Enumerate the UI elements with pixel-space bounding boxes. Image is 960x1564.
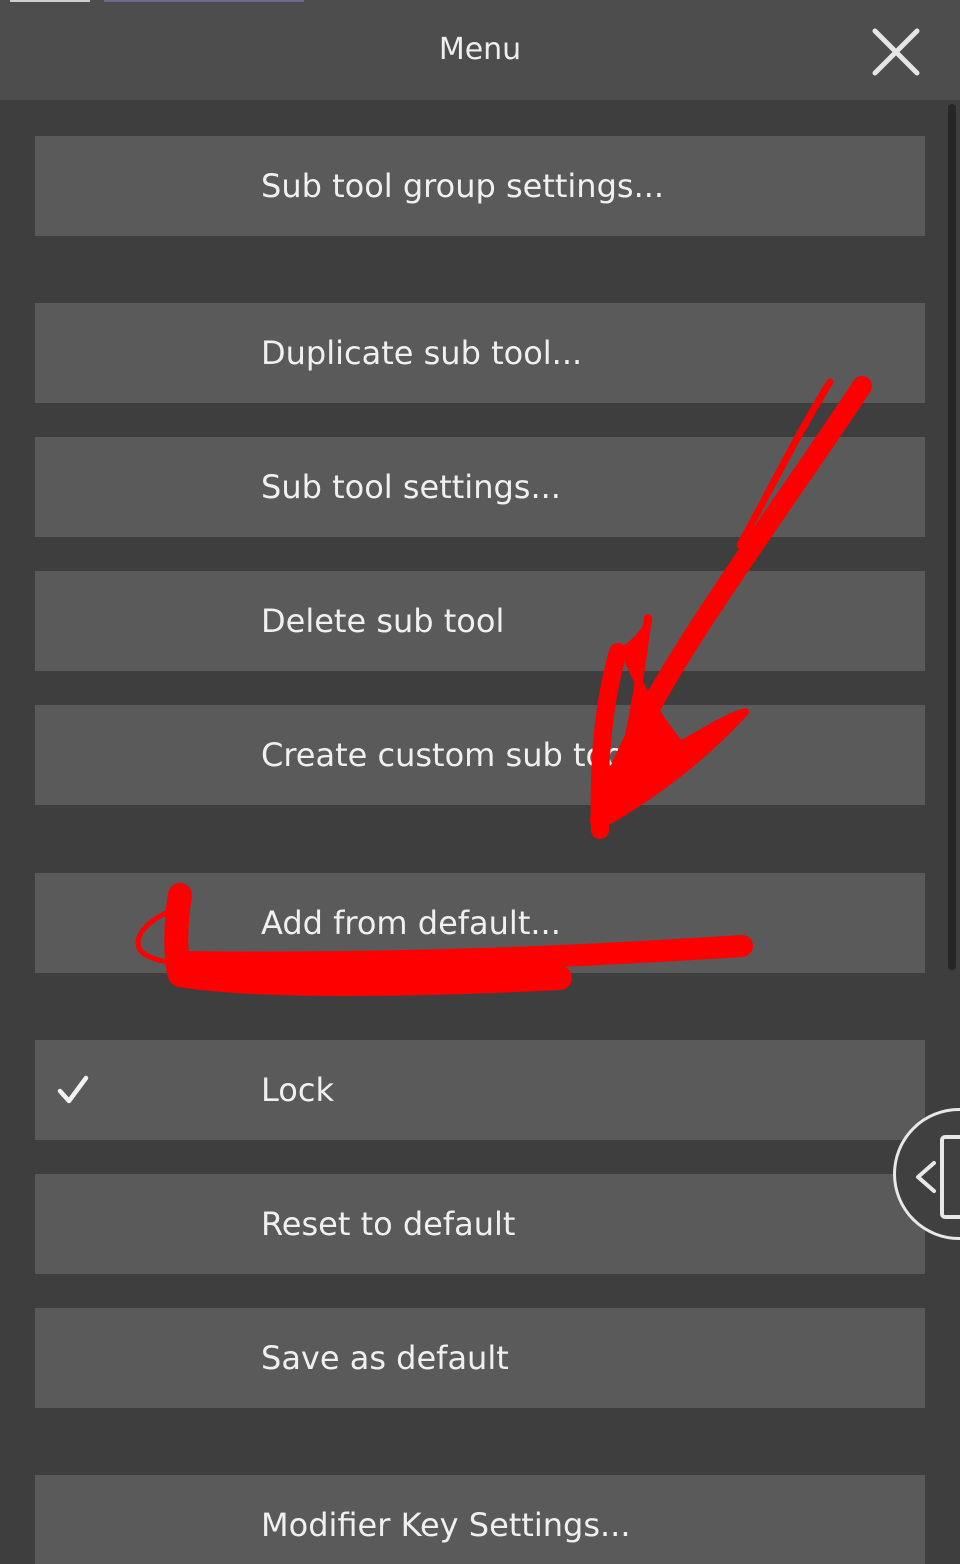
menu-item-label: Lock: [261, 1071, 334, 1109]
menu-item-label: Modifier Key Settings...: [261, 1506, 631, 1544]
menu-header: Menu: [0, 0, 960, 100]
menu-item-label: Reset to default: [261, 1205, 516, 1243]
check-icon: [57, 1075, 89, 1104]
menu-item-duplicate-sub-tool[interactable]: Duplicate sub tool...: [35, 303, 925, 403]
menu-item-label: Delete sub tool: [261, 602, 505, 640]
menu-item-create-custom-sub-tool[interactable]: Create custom sub tool: [35, 705, 925, 805]
menu-item-save-as-default[interactable]: Save as default: [35, 1308, 925, 1408]
menu-item-label: Duplicate sub tool...: [261, 334, 583, 372]
menu-item-label: Save as default: [261, 1339, 509, 1377]
menu-item-label: Add from default...: [261, 904, 561, 942]
menu-item-label: Create custom sub tool: [261, 736, 634, 774]
menu-title: Menu: [438, 32, 522, 67]
menu-item-add-from-default[interactable]: Add from default...: [35, 873, 925, 973]
close-button[interactable]: [866, 22, 926, 82]
menu-item-delete-sub-tool[interactable]: Delete sub tool: [35, 571, 925, 671]
chevron-left-icon: [916, 1135, 960, 1219]
scrollbar[interactable]: [948, 104, 956, 970]
menu-item-sub-tool-settings[interactable]: Sub tool settings...: [35, 437, 925, 537]
menu-item-sub-tool-group-settings[interactable]: Sub tool group settings...: [35, 136, 925, 236]
menu-item-lock[interactable]: Lock: [35, 1040, 925, 1140]
close-icon: [872, 28, 920, 76]
menu-item-label: Sub tool settings...: [261, 468, 561, 506]
menu-screen: Menu Sub tool group settings... Duplicat…: [0, 0, 960, 1564]
menu-item-reset-to-default[interactable]: Reset to default: [35, 1174, 925, 1274]
menu-item-modifier-key-settings[interactable]: Modifier Key Settings...: [35, 1475, 925, 1564]
menu-item-label: Sub tool group settings...: [261, 167, 665, 205]
